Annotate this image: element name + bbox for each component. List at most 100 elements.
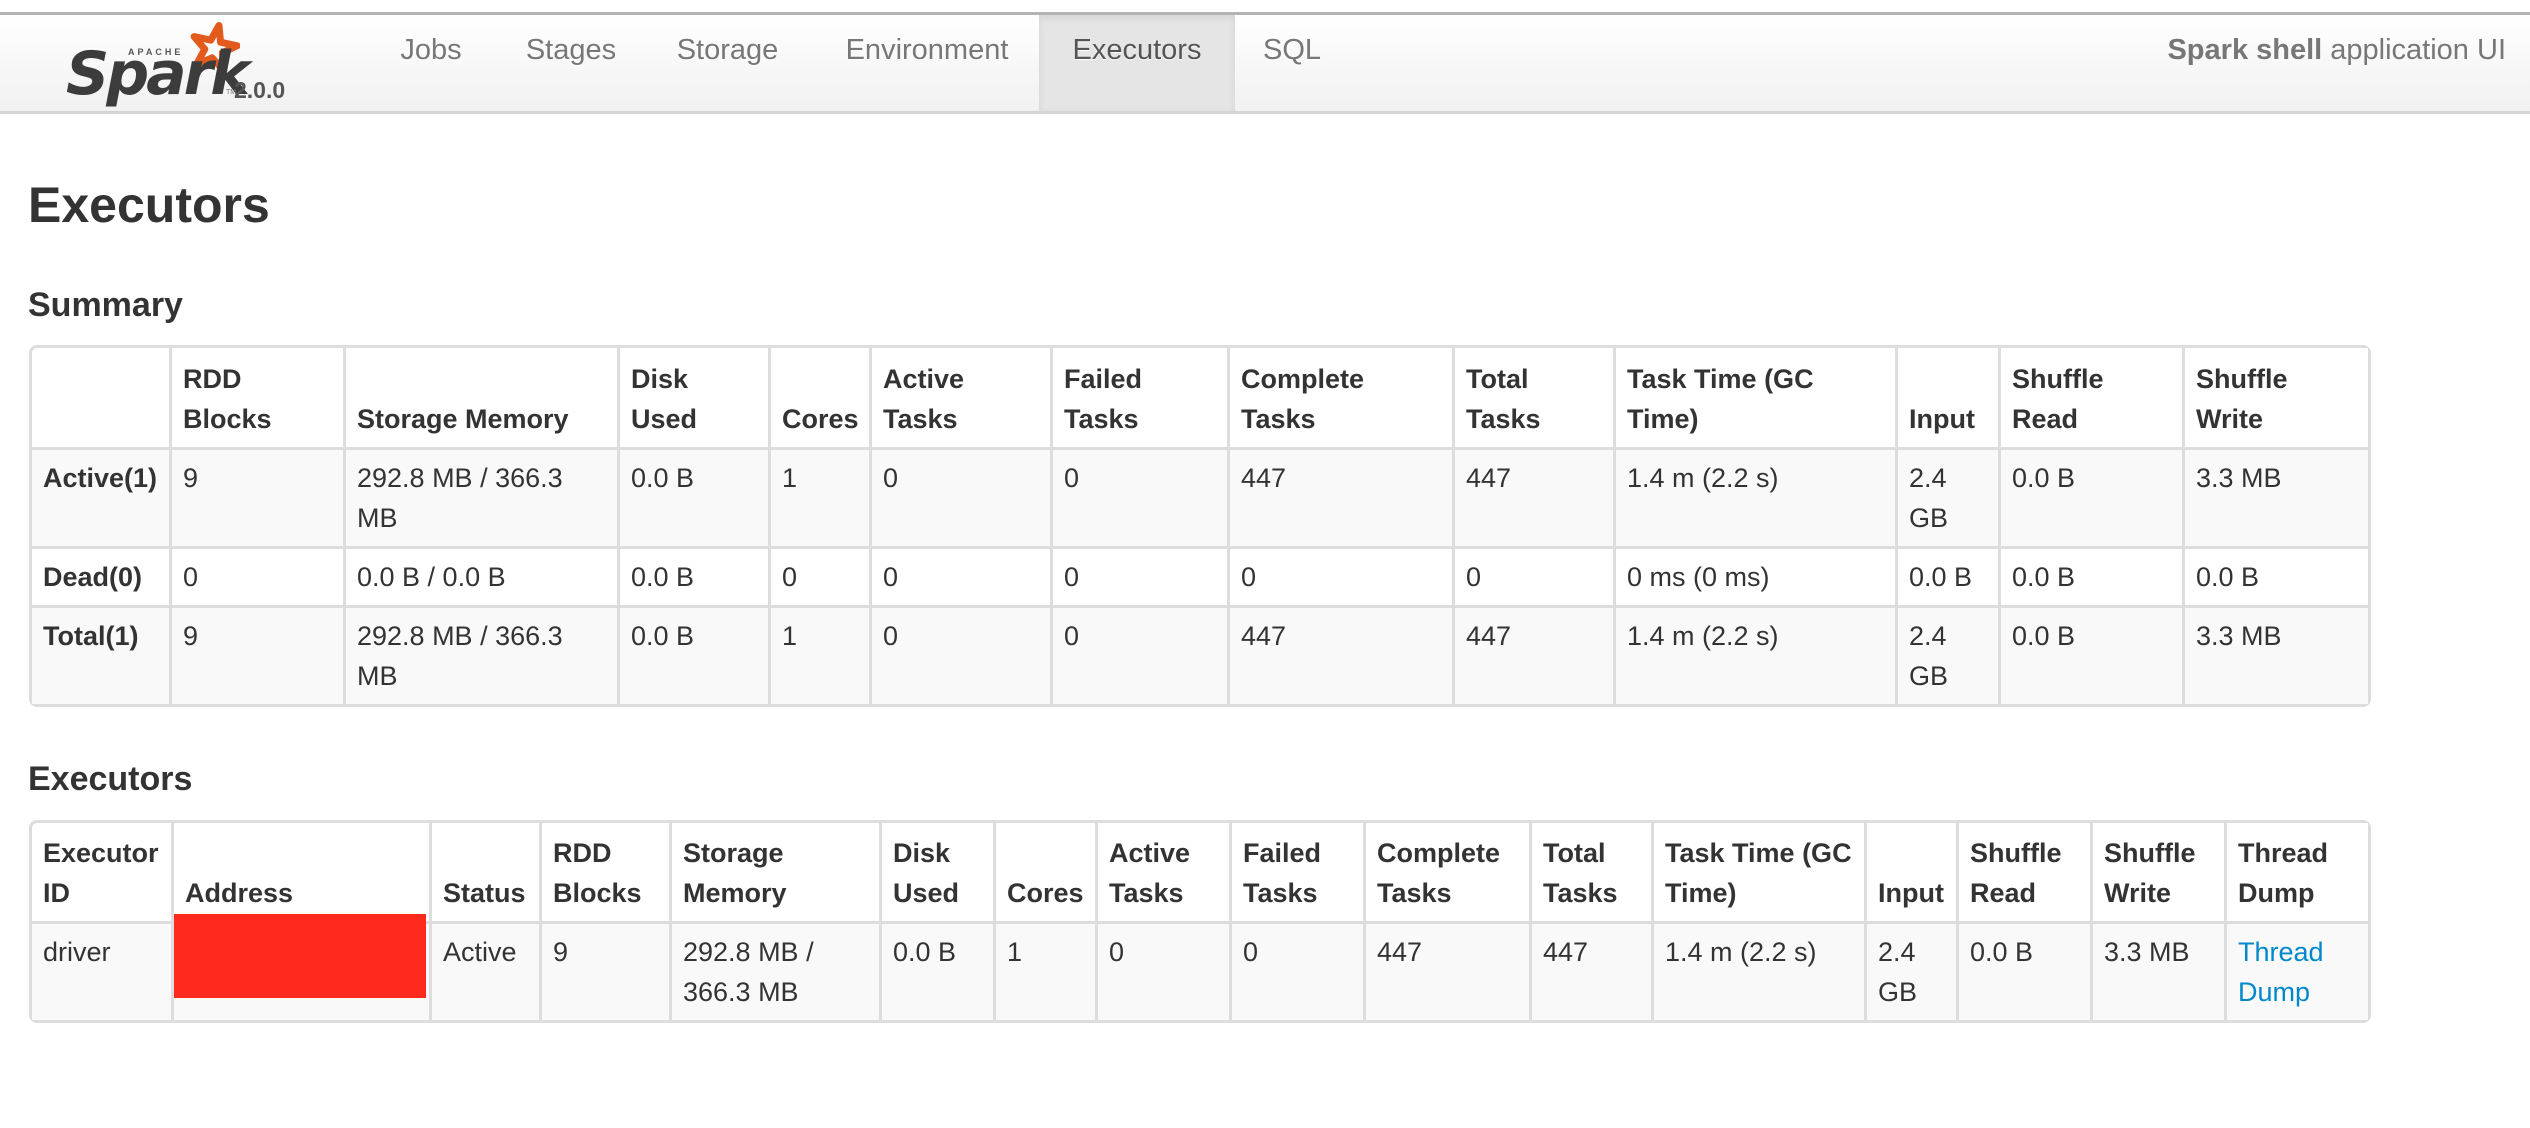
app-title: Spark shell application UI bbox=[2167, 15, 2506, 85]
summary-header-row: RDD Blocks Storage Memory Disk Used Core… bbox=[32, 348, 2368, 447]
summary-col-complete-tasks[interactable]: Complete Tasks bbox=[1227, 348, 1452, 447]
summary-col-shuffle-read[interactable]: Shuffle Read bbox=[1998, 348, 2182, 447]
summary-cell: 447 bbox=[1452, 605, 1613, 704]
navbar: APACHE Spark TM 2.0.0 Jobs Stages Storag… bbox=[0, 12, 2530, 114]
spark-version: 2.0.0 bbox=[234, 77, 286, 103]
summary-cell: 0 bbox=[1050, 605, 1227, 704]
logo-spark-text: Spark bbox=[66, 39, 250, 109]
executor-input: 2.4 GB bbox=[1864, 921, 1956, 1020]
summary-cell: 9 bbox=[169, 605, 343, 704]
summary-heading: Summary bbox=[28, 286, 183, 324]
summary-row-active: Active(1) 9 292.8 MB / 366.3 MB 0.0 B 1 … bbox=[32, 447, 2368, 546]
executor-address bbox=[171, 914, 429, 1020]
summary-cell: 2.4 GB bbox=[1895, 605, 1998, 704]
executors-col-cores[interactable]: Cores bbox=[993, 823, 1095, 921]
address-redaction bbox=[174, 914, 426, 998]
executor-task-time: 1.4 m (2.2 s) bbox=[1651, 921, 1864, 1020]
executors-col-failed-tasks[interactable]: Failed Tasks bbox=[1229, 823, 1363, 921]
executors-col-id[interactable]: Executor ID bbox=[32, 823, 171, 921]
summary-cell: Active(1) bbox=[32, 447, 169, 546]
summary-row-dead: Dead(0) 0 0.0 B / 0.0 B 0.0 B 0 0 0 0 0 … bbox=[32, 546, 2368, 605]
summary-cell: 0.0 B / 0.0 B bbox=[343, 546, 617, 605]
executors-col-task-time[interactable]: Task Time (GC Time) bbox=[1651, 823, 1864, 921]
summary-cell: 0.0 B bbox=[617, 447, 768, 546]
summary-cell: 0 bbox=[768, 546, 869, 605]
summary-cell: 447 bbox=[1452, 447, 1613, 546]
executors-col-disk-used[interactable]: Disk Used bbox=[879, 823, 993, 921]
summary-cell: 292.8 MB / 366.3 MB bbox=[343, 447, 617, 546]
executor-shuffle-read: 0.0 B bbox=[1956, 921, 2090, 1020]
tab-sql[interactable]: SQL bbox=[1237, 15, 1347, 111]
summary-cell: 1 bbox=[768, 447, 869, 546]
executor-total-tasks: 447 bbox=[1529, 921, 1651, 1020]
tab-environment[interactable]: Environment bbox=[815, 15, 1039, 111]
summary-cell: 0 bbox=[169, 546, 343, 605]
summary-cell: 9 bbox=[169, 447, 343, 546]
summary-cell: 0 bbox=[869, 546, 1050, 605]
executor-thread-dump: Thread Dump bbox=[2224, 921, 2368, 1020]
summary-cell: 0.0 B bbox=[1998, 546, 2182, 605]
summary-col-active-tasks[interactable]: Active Tasks bbox=[869, 348, 1050, 447]
summary-cell: 447 bbox=[1227, 605, 1452, 704]
executors-col-input[interactable]: Input bbox=[1864, 823, 1956, 921]
summary-cell: 0 bbox=[1452, 546, 1613, 605]
executors-col-active-tasks[interactable]: Active Tasks bbox=[1095, 823, 1229, 921]
executors-col-shuffle-read[interactable]: Shuffle Read bbox=[1956, 823, 2090, 921]
summary-cell: 0 bbox=[1050, 546, 1227, 605]
executors-col-address[interactable]: Address bbox=[171, 823, 429, 921]
summary-col-total-tasks[interactable]: Total Tasks bbox=[1452, 348, 1613, 447]
summary-table: RDD Blocks Storage Memory Disk Used Core… bbox=[29, 345, 2371, 707]
summary-col-input[interactable]: Input bbox=[1895, 348, 1998, 447]
summary-col-label bbox=[32, 348, 169, 447]
executor-shuffle-write: 3.3 MB bbox=[2090, 921, 2224, 1020]
summary-col-disk-used[interactable]: Disk Used bbox=[617, 348, 768, 447]
app-name: Spark shell bbox=[2167, 34, 2323, 66]
executors-heading: Executors bbox=[28, 760, 193, 798]
executor-row: driver Active 9 292.8 MB / 366.3 MB 0.0 … bbox=[32, 914, 2368, 1020]
executor-complete-tasks: 447 bbox=[1363, 921, 1529, 1020]
summary-col-task-time[interactable]: Task Time (GC Time) bbox=[1613, 348, 1895, 447]
executor-rdd-blocks: 9 bbox=[539, 921, 669, 1020]
summary-cell: 0 ms (0 ms) bbox=[1613, 546, 1895, 605]
executor-active-tasks: 0 bbox=[1095, 921, 1229, 1020]
summary-cell: 0 bbox=[1050, 447, 1227, 546]
summary-col-rdd-blocks[interactable]: RDD Blocks bbox=[169, 348, 343, 447]
summary-cell: Total(1) bbox=[32, 605, 169, 704]
tab-executors[interactable]: Executors bbox=[1039, 15, 1235, 111]
tab-stages[interactable]: Stages bbox=[496, 15, 646, 111]
summary-cell: 0 bbox=[1227, 546, 1452, 605]
executors-col-status[interactable]: Status bbox=[429, 823, 539, 921]
summary-col-storage-memory[interactable]: Storage Memory bbox=[343, 348, 617, 447]
tab-jobs[interactable]: Jobs bbox=[372, 15, 490, 111]
summary-cell: 1 bbox=[768, 605, 869, 704]
thread-dump-link[interactable]: Thread Dump bbox=[2238, 937, 2324, 1007]
summary-cell: 0.0 B bbox=[1998, 605, 2182, 704]
summary-cell: 447 bbox=[1227, 447, 1452, 546]
summary-cell: Dead(0) bbox=[32, 546, 169, 605]
summary-col-shuffle-write[interactable]: Shuffle Write bbox=[2182, 348, 2368, 447]
summary-cell: 0.0 B bbox=[617, 605, 768, 704]
spark-logo[interactable]: APACHE Spark TM 2.0.0 bbox=[64, 21, 304, 111]
summary-col-failed-tasks[interactable]: Failed Tasks bbox=[1050, 348, 1227, 447]
executor-id: driver bbox=[32, 921, 171, 1020]
executor-cores: 1 bbox=[993, 921, 1095, 1020]
summary-row-total: Total(1) 9 292.8 MB / 366.3 MB 0.0 B 1 0… bbox=[32, 605, 2368, 704]
summary-cell: 0.0 B bbox=[617, 546, 768, 605]
executors-col-shuffle-write[interactable]: Shuffle Write bbox=[2090, 823, 2224, 921]
executors-col-rdd-blocks[interactable]: RDD Blocks bbox=[539, 823, 669, 921]
summary-cell: 0.0 B bbox=[1998, 447, 2182, 546]
summary-col-cores[interactable]: Cores bbox=[768, 348, 869, 447]
summary-cell: 292.8 MB / 366.3 MB bbox=[343, 605, 617, 704]
executors-col-total-tasks[interactable]: Total Tasks bbox=[1529, 823, 1651, 921]
executors-col-storage-memory[interactable]: Storage Memory bbox=[669, 823, 879, 921]
executors-table: Executor ID Address Status RDD Blocks St… bbox=[29, 820, 2371, 1023]
summary-cell: 0 bbox=[869, 605, 1050, 704]
executor-failed-tasks: 0 bbox=[1229, 921, 1363, 1020]
summary-cell: 3.3 MB bbox=[2182, 447, 2368, 546]
executor-status: Active bbox=[429, 921, 539, 1020]
tab-storage[interactable]: Storage bbox=[650, 15, 805, 111]
executors-col-complete-tasks[interactable]: Complete Tasks bbox=[1363, 823, 1529, 921]
app-title-suffix: application UI bbox=[2330, 34, 2506, 66]
summary-cell: 0.0 B bbox=[1895, 546, 1998, 605]
summary-cell: 1.4 m (2.2 s) bbox=[1613, 605, 1895, 704]
